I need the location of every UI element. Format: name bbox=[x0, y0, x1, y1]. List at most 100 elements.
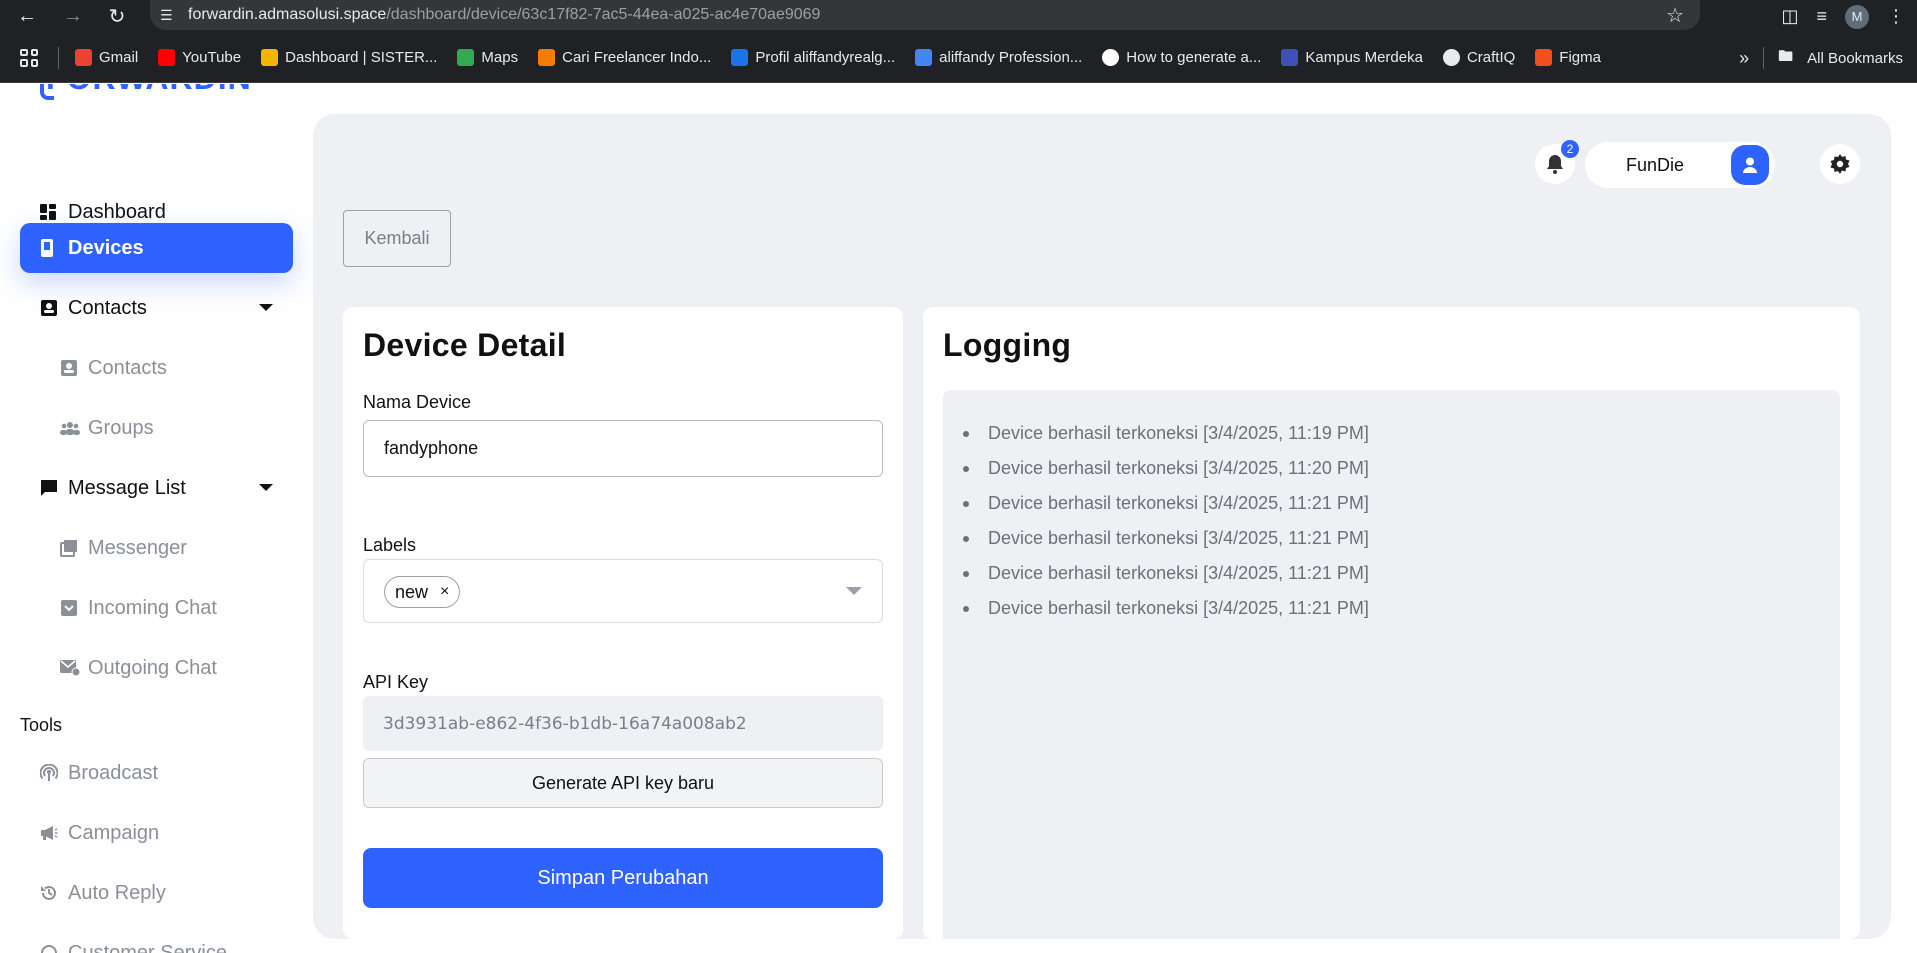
bookmark-list: Gmail YouTube Dashboard | SISTER... Maps Car… bbox=[75, 49, 1621, 66]
all-bookmarks-link[interactable]: All Bookmarks bbox=[1807, 50, 1903, 67]
browser-actions: ◫ ≡ M ⋮ bbox=[1781, 0, 1917, 33]
bookmark-label: Cari Freelancer Indo... bbox=[562, 49, 712, 66]
bell-icon bbox=[1547, 155, 1563, 174]
labels-select[interactable]: new × bbox=[363, 559, 883, 623]
device-name-input[interactable]: fandyphone bbox=[363, 420, 883, 477]
tools-section-label: Tools bbox=[20, 715, 63, 735]
sidebar-item-contacts-group[interactable]: Contacts bbox=[20, 283, 293, 333]
bookmark-label: How to generate a... bbox=[1126, 49, 1262, 66]
maps-icon bbox=[457, 49, 475, 66]
broadcast-icon bbox=[40, 764, 68, 782]
label-chip[interactable]: new × bbox=[384, 576, 461, 608]
generate-api-key-button[interactable]: Generate API key baru bbox=[363, 758, 883, 808]
bookmark-item[interactable]: Gmail bbox=[75, 49, 138, 66]
bookmark-label: Kampus Merdeka bbox=[1305, 49, 1423, 66]
bookmark-item[interactable]: Profil aliffandyrealg... bbox=[731, 49, 895, 66]
log-entry: Device berhasil terkoneksi [3/4/2025, 11… bbox=[963, 595, 1369, 630]
bookmark-label: CraftIQ bbox=[1466, 49, 1516, 66]
back-arrow-icon[interactable]: ← bbox=[7, 0, 47, 33]
address-bar[interactable]: ☰ forwardin.admasolusi.space/dashboard/d… bbox=[150, 0, 1700, 30]
sidebar-item-label: Auto Reply bbox=[68, 881, 166, 904]
bookmarks-right: » 🖿 All Bookmarks bbox=[1739, 33, 1903, 83]
settings-button[interactable] bbox=[1820, 144, 1860, 184]
user-avatar[interactable] bbox=[1731, 145, 1769, 185]
bookmarks-bar: Gmail YouTube Dashboard | SISTER... Maps Car… bbox=[0, 33, 1917, 83]
notification-badge: 2 bbox=[1561, 140, 1579, 158]
bookmarks-divider-right bbox=[1763, 47, 1765, 69]
sidebar-item-label: Broadcast bbox=[68, 761, 159, 784]
bookmark-item[interactable]: Cari Freelancer Indo... bbox=[538, 49, 711, 66]
bookmark-label: Profil aliffandyrealg... bbox=[755, 49, 896, 66]
site-settings-icon[interactable]: ☰ bbox=[160, 7, 188, 24]
api-key-label: API Key bbox=[363, 672, 429, 692]
sidebar-item-label: Message List bbox=[68, 476, 186, 499]
sidebar-item-contacts[interactable]: Contacts bbox=[20, 343, 293, 393]
youtube-icon bbox=[158, 49, 176, 66]
bookmark-label: Maps bbox=[481, 49, 519, 66]
bookmark-item[interactable]: Kampus Merdeka bbox=[1281, 49, 1423, 66]
chevron-down-icon[interactable] bbox=[259, 484, 273, 491]
auto-reply-icon bbox=[40, 884, 68, 902]
device-detail-card: Device Detail Nama Device fandyphone Lab… bbox=[343, 307, 903, 939]
sidebar-item-label: Outgoing Chat bbox=[88, 656, 217, 679]
bookmark-item[interactable]: Dashboard | SISTER... bbox=[261, 49, 437, 66]
forward-arrow-icon[interactable]: → bbox=[53, 0, 93, 33]
contact-card-icon bbox=[60, 359, 88, 377]
profile-avatar[interactable]: M bbox=[1845, 4, 1869, 29]
bookmarks-divider bbox=[58, 46, 59, 69]
sidebar-item-customer-service[interactable]: Customer Service bbox=[20, 928, 293, 953]
label-chip-text: new bbox=[395, 581, 429, 602]
save-changes-button[interactable]: Simpan Perubahan bbox=[363, 848, 883, 908]
browser-toolbar: ← → ↻ ☰ forwardin.admasolusi.space/dashb… bbox=[0, 0, 1917, 33]
inbox-icon bbox=[60, 599, 88, 617]
url-text[interactable]: forwardin.admasolusi.space/dashboard/dev… bbox=[188, 6, 820, 24]
sidebar-item-broadcast[interactable]: Broadcast bbox=[20, 748, 293, 798]
bookmark-item[interactable]: YouTube bbox=[158, 49, 241, 66]
sidebar-item-message-list[interactable]: Message List bbox=[20, 463, 293, 513]
bookmark-label: YouTube bbox=[182, 49, 242, 66]
sidebar-item-outgoing-chat[interactable]: Outgoing Chat bbox=[20, 643, 293, 693]
sidebar-item-devices[interactable]: Devices bbox=[20, 223, 293, 273]
log-entry: Device berhasil terkoneksi [3/4/2025, 11… bbox=[963, 455, 1369, 490]
github-icon bbox=[1102, 49, 1120, 66]
bookmark-item[interactable]: How to generate a... bbox=[1102, 49, 1261, 66]
sidebar-item-groups[interactable]: Groups bbox=[20, 403, 293, 453]
sidebar-item-label: Incoming Chat bbox=[88, 596, 217, 619]
chip-remove-icon[interactable]: × bbox=[440, 583, 449, 601]
sidebar-item-label: Customer Service bbox=[68, 941, 227, 953]
dashboard-icon bbox=[40, 204, 68, 220]
logging-card: Logging Device berhasil terkoneksi [3/4/… bbox=[923, 307, 1860, 939]
bookmark-star-icon[interactable]: ☆ bbox=[1666, 3, 1684, 28]
reload-icon[interactable]: ↻ bbox=[97, 0, 137, 33]
api-key-field[interactable]: 3d3931ab-e862-4f36-b1db-16a74a008ab2 bbox=[363, 696, 883, 751]
chevron-down-icon[interactable] bbox=[259, 304, 273, 311]
sidebar-item-messenger[interactable]: Messenger bbox=[20, 523, 293, 573]
log-entry: Device berhasil terkoneksi [3/4/2025, 11… bbox=[963, 490, 1369, 525]
globe-icon bbox=[1442, 49, 1460, 66]
bookmark-item[interactable]: Figma bbox=[1535, 49, 1601, 66]
messenger-icon bbox=[60, 539, 88, 557]
outgoing-mail-icon bbox=[60, 660, 88, 676]
bookmark-item[interactable]: Maps bbox=[457, 49, 518, 66]
menu-icon[interactable]: ⋮ bbox=[1887, 6, 1905, 27]
log-list: Device berhasil terkoneksi [3/4/2025, 11… bbox=[963, 420, 1369, 630]
message-icon bbox=[40, 479, 68, 497]
sidebar-item-auto-reply[interactable]: Auto Reply bbox=[20, 868, 293, 918]
sidebar-item-label: Messenger bbox=[88, 536, 187, 559]
labels-label: Labels bbox=[363, 535, 417, 555]
gear-icon bbox=[1830, 154, 1850, 174]
bookmark-item[interactable]: CraftIQ bbox=[1442, 49, 1516, 66]
log-container: Device berhasil terkoneksi [3/4/2025, 11… bbox=[943, 390, 1840, 939]
bookmark-item[interactable]: aliffandy Profession... bbox=[915, 49, 1082, 66]
contacts-icon bbox=[40, 299, 68, 317]
sidebar-item-incoming-chat[interactable]: Incoming Chat bbox=[20, 583, 293, 633]
extensions-icon[interactable]: ◫ bbox=[1781, 6, 1798, 27]
back-button[interactable]: Kembali bbox=[343, 210, 451, 267]
reading-list-icon[interactable]: ≡ bbox=[1816, 6, 1827, 27]
chevron-down-icon[interactable] bbox=[846, 587, 862, 595]
sidebar-item-campaign[interactable]: Campaign bbox=[20, 808, 293, 858]
apps-icon[interactable] bbox=[20, 48, 38, 67]
sidebar-item-label: Campaign bbox=[68, 821, 160, 844]
user-menu[interactable]: FunDie bbox=[1585, 142, 1775, 188]
more-bookmarks-button[interactable]: » bbox=[1739, 48, 1749, 69]
